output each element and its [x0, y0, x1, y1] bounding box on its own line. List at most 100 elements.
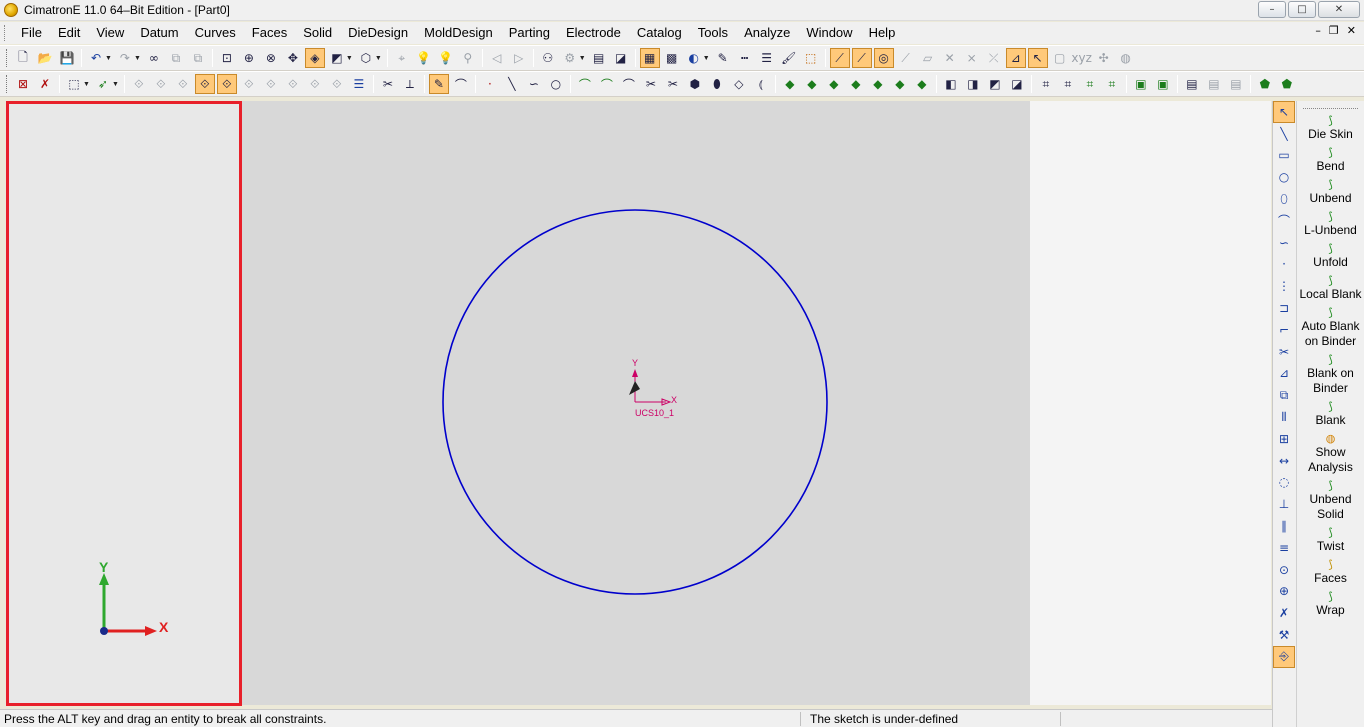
- mdi-close-button[interactable]: ✕: [1347, 24, 1356, 37]
- menu-catalog[interactable]: Catalog: [629, 22, 690, 44]
- line-style-icon[interactable]: ┅: [735, 48, 755, 68]
- menu-tools[interactable]: Tools: [690, 22, 736, 44]
- tool-7-icon[interactable]: ⬟: [1277, 74, 1297, 94]
- pan-icon[interactable]: ✥: [283, 48, 303, 68]
- circle-tool-icon[interactable]: ○: [1273, 166, 1295, 188]
- select-dropdown-icon[interactable]: ▼: [83, 81, 90, 88]
- show-hide-icon[interactable]: ⚲: [458, 48, 478, 68]
- select-box-icon[interactable]: ⬚: [64, 74, 84, 94]
- assembly-icon[interactable]: ◪: [611, 48, 631, 68]
- render-dropdown-icon[interactable]: ▼: [346, 55, 353, 62]
- twist-button[interactable]: ⟆ Twist: [1297, 525, 1364, 554]
- zoom-window-icon[interactable]: ⊕: [239, 48, 259, 68]
- undo-dropdown-icon[interactable]: ▼: [105, 55, 112, 62]
- datum-4-icon[interactable]: ⌗: [1102, 74, 1122, 94]
- die-skin-button[interactable]: ⟆ Die Skin: [1297, 113, 1364, 142]
- menu-help[interactable]: Help: [861, 22, 904, 44]
- snap-cursor-icon[interactable]: ↖: [1027, 48, 1048, 68]
- tool-2-icon[interactable]: ▣: [1153, 74, 1173, 94]
- trim-icon[interactable]: ✂: [378, 74, 398, 94]
- constraint-2-icon[interactable]: ⟐: [151, 74, 171, 94]
- l-unbend-button[interactable]: ⟆ L-Unbend: [1297, 209, 1364, 238]
- snap-5-icon[interactable]: ▱: [918, 48, 938, 68]
- spline-tool-icon[interactable]: ∽: [1273, 232, 1295, 254]
- solid-1-icon[interactable]: ◧: [941, 74, 961, 94]
- snap-8-icon[interactable]: ⤫: [984, 48, 1004, 68]
- color-dropdown-icon[interactable]: ▼: [703, 55, 710, 62]
- ellipse-tool-icon[interactable]: ⬯: [1273, 188, 1295, 210]
- constraint-list-icon[interactable]: ☰: [349, 74, 369, 94]
- center-tool-icon[interactable]: ⊕: [1273, 581, 1295, 603]
- cancel-sketch-icon[interactable]: ✗: [35, 74, 55, 94]
- render-mode-icon[interactable]: ◩: [327, 48, 347, 68]
- constraint-6-icon[interactable]: ⟐: [239, 74, 259, 94]
- dimension-tool-icon[interactable]: ↔: [1273, 450, 1295, 472]
- open-file-icon[interactable]: 📂: [35, 48, 55, 68]
- datum-3-icon[interactable]: ⌗: [1080, 74, 1100, 94]
- curve-3-icon[interactable]: ⌒: [619, 74, 639, 94]
- zoom-all-icon[interactable]: ⊡: [217, 48, 237, 68]
- curve-9-icon[interactable]: ⦅: [751, 74, 771, 94]
- snap-12-icon[interactable]: ✣: [1094, 48, 1114, 68]
- curve-5-icon[interactable]: ✂: [663, 74, 683, 94]
- view-cube-icon[interactable]: ⬡: [356, 48, 376, 68]
- curve-6-icon[interactable]: ⬢: [685, 74, 705, 94]
- fillet-tool-icon[interactable]: ⌐: [1273, 319, 1295, 341]
- constraint-8-icon[interactable]: ⟐: [283, 74, 303, 94]
- mirror-tool-icon[interactable]: ⫴: [1273, 406, 1295, 428]
- extend-tool-icon[interactable]: ⊿: [1273, 363, 1295, 385]
- layers-icon[interactable]: ▤: [589, 48, 609, 68]
- tool-1-icon[interactable]: ▣: [1131, 74, 1151, 94]
- menu-diedesign[interactable]: DieDesign: [340, 22, 416, 44]
- panel-grip[interactable]: [1303, 103, 1358, 109]
- faces-button[interactable]: ⟆ Faces: [1297, 557, 1364, 586]
- select-filter-icon[interactable]: ➶: [93, 74, 113, 94]
- save-icon[interactable]: 💾: [57, 48, 77, 68]
- curve-8-icon[interactable]: ◇: [729, 74, 749, 94]
- tree-icon[interactable]: ⚇: [538, 48, 558, 68]
- menu-window[interactable]: Window: [798, 22, 860, 44]
- tool-6-icon[interactable]: ⬟: [1255, 74, 1275, 94]
- line-width-icon[interactable]: ☰: [757, 48, 777, 68]
- maximize-button[interactable]: □: [1288, 1, 1316, 18]
- bend-button[interactable]: ⟆ Bend: [1297, 145, 1364, 174]
- trim-tool-icon[interactable]: ✂: [1273, 341, 1295, 363]
- snap-6-icon[interactable]: ✕: [940, 48, 960, 68]
- paste-feature-icon[interactable]: ⧉: [188, 48, 208, 68]
- dropper-icon[interactable]: ✎: [713, 48, 733, 68]
- datum-1-icon[interactable]: ⌗: [1036, 74, 1056, 94]
- face-2-icon[interactable]: ◆: [802, 74, 822, 94]
- solid-2-icon[interactable]: ◨: [963, 74, 983, 94]
- brush-icon[interactable]: 🖌: [779, 48, 799, 68]
- filter-dropdown-icon[interactable]: ▼: [112, 81, 119, 88]
- menu-curves[interactable]: Curves: [187, 22, 244, 44]
- point-tool-icon[interactable]: ·: [1273, 254, 1295, 276]
- arc-tool-icon[interactable]: ⌒: [1273, 210, 1295, 232]
- unbend-button[interactable]: ⟆ Unbend: [1297, 177, 1364, 206]
- menu-solid[interactable]: Solid: [295, 22, 340, 44]
- add-tool-icon[interactable]: ⊞: [1273, 428, 1295, 450]
- undo-icon[interactable]: ↶: [86, 48, 106, 68]
- face-5-icon[interactable]: ◆: [868, 74, 888, 94]
- delete-constraint-icon[interactable]: ✗: [1273, 602, 1295, 624]
- tool-4-icon[interactable]: ▤: [1204, 74, 1224, 94]
- face-1-icon[interactable]: ◆: [780, 74, 800, 94]
- color-icon[interactable]: ◐: [684, 48, 704, 68]
- back-icon[interactable]: ◁: [487, 48, 507, 68]
- tool-5-icon[interactable]: ▤: [1226, 74, 1246, 94]
- close-button[interactable]: ✕: [1318, 1, 1360, 18]
- sketch-mode-icon[interactable]: ✎: [428, 74, 449, 94]
- forward-icon[interactable]: ▷: [509, 48, 529, 68]
- blank-on-binder-button[interactable]: ⟆ Blank on Binder: [1297, 352, 1364, 396]
- sketch-exit-icon[interactable]: ⎆: [1273, 645, 1295, 668]
- constraint-3-icon[interactable]: ⟐: [173, 74, 193, 94]
- circle-icon[interactable]: ○: [546, 74, 566, 94]
- grid-icon[interactable]: ▩: [662, 48, 682, 68]
- copy-tool-icon[interactable]: ⧉: [1273, 384, 1295, 406]
- redo-dropdown-icon[interactable]: ▼: [134, 55, 141, 62]
- constraint-9-icon[interactable]: ⟐: [305, 74, 325, 94]
- glasses-icon[interactable]: ∞: [144, 48, 164, 68]
- solid-4-icon[interactable]: ◪: [1007, 74, 1027, 94]
- menu-file[interactable]: File: [13, 22, 50, 44]
- curve-1-icon[interactable]: ⌒: [575, 74, 595, 94]
